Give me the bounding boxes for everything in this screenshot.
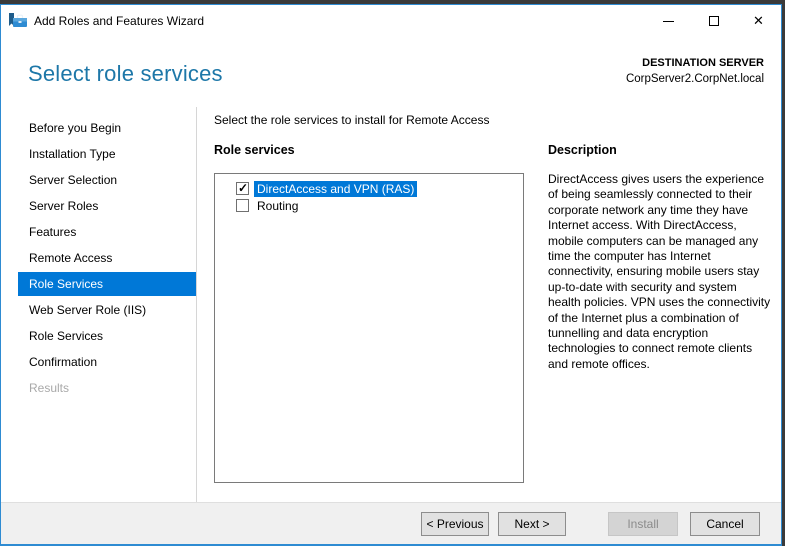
cancel-button[interactable]: Cancel xyxy=(690,512,760,536)
install-button: Install xyxy=(608,512,678,536)
sidebar-item-label: Web Server Role (IIS) xyxy=(29,303,146,317)
directaccess-vpn-checkbox[interactable] xyxy=(236,182,249,195)
next-button[interactable]: Next > xyxy=(498,512,566,536)
list-item-label: DirectAccess and VPN (RAS) xyxy=(254,181,417,197)
sidebar-item-remote-access[interactable]: Remote Access xyxy=(1,245,196,271)
title-bar: Add Roles and Features Wizard ✕ xyxy=(1,5,781,36)
close-button[interactable]: ✕ xyxy=(736,5,781,36)
destination-server-label: DESTINATION SERVER xyxy=(626,57,764,69)
list-item-directaccess-vpn[interactable]: DirectAccess and VPN (RAS) xyxy=(215,180,523,197)
minimize-button[interactable] xyxy=(646,5,691,36)
sidebar-item-label: Results xyxy=(29,381,69,395)
close-icon: ✕ xyxy=(753,14,764,27)
window-controls: ✕ xyxy=(646,5,781,36)
sidebar-item-label: Confirmation xyxy=(29,355,97,369)
description-text: DirectAccess gives users the experience … xyxy=(548,172,772,372)
sidebar-item-label: Role Services xyxy=(29,329,103,343)
previous-button[interactable]: < Previous xyxy=(421,512,489,536)
window-title: Add Roles and Features Wizard xyxy=(34,14,204,28)
role-services-listbox[interactable]: DirectAccess and VPN (RAS) Routing xyxy=(214,173,524,483)
routing-checkbox[interactable] xyxy=(236,199,249,212)
list-item-label: Routing xyxy=(254,198,301,214)
maximize-icon xyxy=(709,16,719,26)
sidebar-item-results: Results xyxy=(1,375,196,401)
sidebar-item-before-you-begin[interactable]: Before you Begin xyxy=(1,115,196,141)
wizard-nav-sidebar: Before you Begin Installation Type Serve… xyxy=(1,115,196,401)
sidebar-item-confirmation[interactable]: Confirmation xyxy=(1,349,196,375)
wizard-window: Add Roles and Features Wizard ✕ Select r… xyxy=(0,4,782,546)
description-heading: Description xyxy=(548,143,617,157)
desktop-background: Add Roles and Features Wizard ✕ Select r… xyxy=(0,0,785,546)
maximize-button[interactable] xyxy=(691,5,736,36)
sidebar-item-label: Role Services xyxy=(29,277,103,291)
page-title: Select role services xyxy=(28,61,223,87)
sidebar-item-web-server-role-iis[interactable]: Web Server Role (IIS) xyxy=(1,297,196,323)
sidebar-item-features[interactable]: Features xyxy=(1,219,196,245)
instruction-text: Select the role services to install for … xyxy=(214,113,489,127)
footer-bar: < Previous Next > Install Cancel xyxy=(1,502,781,544)
sidebar-item-server-roles[interactable]: Server Roles xyxy=(1,193,196,219)
destination-server-name: CorpServer2.CorpNet.local xyxy=(626,73,764,85)
sidebar-item-server-selection[interactable]: Server Selection xyxy=(1,167,196,193)
sidebar-separator xyxy=(196,107,197,502)
sidebar-item-role-services-iis[interactable]: Role Services xyxy=(1,323,196,349)
wizard-toolbox-icon xyxy=(9,13,27,29)
sidebar-item-label: Installation Type xyxy=(29,147,116,161)
list-item-routing[interactable]: Routing xyxy=(215,197,523,214)
destination-server-block: DESTINATION SERVER CorpServer2.CorpNet.l… xyxy=(626,57,764,85)
sidebar-item-label: Before you Begin xyxy=(29,121,121,135)
sidebar-item-role-services-selected[interactable]: Role Services xyxy=(18,272,196,296)
role-services-heading: Role services xyxy=(214,143,295,157)
sidebar-item-installation-type[interactable]: Installation Type xyxy=(1,141,196,167)
sidebar-item-label: Remote Access xyxy=(29,251,112,265)
sidebar-item-label: Features xyxy=(29,225,76,239)
sidebar-item-label: Server Roles xyxy=(29,199,98,213)
minimize-icon xyxy=(663,21,674,22)
sidebar-item-label: Server Selection xyxy=(29,173,117,187)
